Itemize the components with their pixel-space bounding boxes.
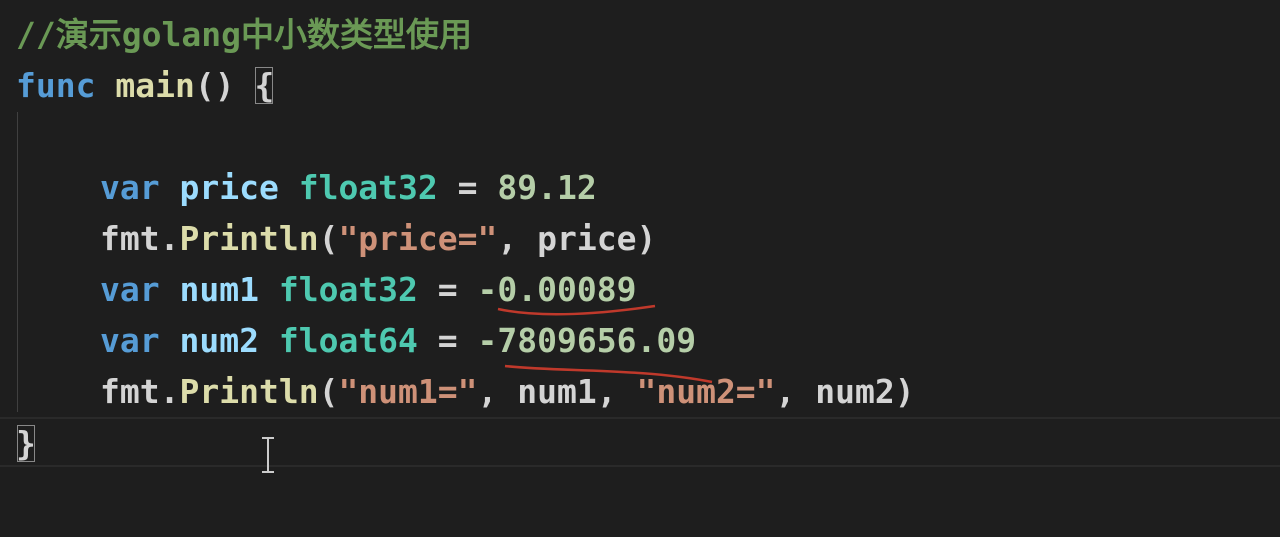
func-params: () bbox=[194, 66, 255, 105]
string-literal: "num1=" bbox=[338, 372, 478, 411]
variable-name: price bbox=[179, 168, 279, 207]
package-name: fmt. bbox=[100, 219, 180, 258]
code-line-println-price[interactable]: fmt.Println("price=", price) bbox=[16, 214, 656, 264]
code-line-comment[interactable]: //演示golang中小数类型使用 bbox=[16, 10, 472, 60]
call-args: , price) bbox=[497, 219, 657, 258]
call-args: , num2) bbox=[775, 372, 915, 411]
text-cursor-icon bbox=[262, 437, 274, 473]
code-line-var-num1[interactable]: var num1 float32 = -0.00089 bbox=[16, 265, 636, 315]
variable-name: num1 bbox=[179, 270, 259, 309]
number-literal: 89.12 bbox=[497, 168, 597, 207]
assign-operator: = bbox=[417, 321, 478, 360]
string-literal: "num2=" bbox=[636, 372, 776, 411]
type-name: float32 bbox=[278, 270, 418, 309]
close-brace: } bbox=[16, 424, 36, 463]
number-literal: -7809656.09 bbox=[477, 321, 697, 360]
current-line-highlight bbox=[0, 417, 1280, 467]
variable-name: num2 bbox=[179, 321, 259, 360]
comment-text: //演示golang中小数类型使用 bbox=[16, 15, 472, 54]
code-line-var-price[interactable]: var price float32 = 89.12 bbox=[16, 163, 597, 213]
function-call: Println bbox=[179, 372, 319, 411]
code-line-func-decl[interactable]: func main() { bbox=[16, 61, 274, 111]
assign-operator: = bbox=[417, 270, 478, 309]
open-paren: ( bbox=[318, 219, 339, 258]
var-keyword: var bbox=[100, 321, 160, 360]
string-literal: "price=" bbox=[338, 219, 498, 258]
package-name: fmt. bbox=[100, 372, 180, 411]
type-name: float64 bbox=[278, 321, 418, 360]
assign-operator: = bbox=[437, 168, 498, 207]
func-keyword: func bbox=[16, 66, 96, 105]
func-name: main bbox=[115, 66, 195, 105]
var-keyword: var bbox=[100, 168, 160, 207]
function-call: Println bbox=[179, 219, 319, 258]
number-literal: -0.00089 bbox=[477, 270, 637, 309]
var-keyword: var bbox=[100, 270, 160, 309]
code-editor[interactable]: //演示golang中小数类型使用 func main() { var pric… bbox=[0, 0, 1280, 537]
call-args: , num1, bbox=[477, 372, 637, 411]
open-paren: ( bbox=[318, 372, 339, 411]
open-brace: { bbox=[254, 66, 275, 105]
code-line-println-nums[interactable]: fmt.Println("num1=", num1, "num2=", num2… bbox=[16, 367, 915, 417]
code-line-var-num2[interactable]: var num2 float64 = -7809656.09 bbox=[16, 316, 696, 366]
code-line-close-brace[interactable]: } bbox=[16, 419, 36, 469]
type-name: float32 bbox=[298, 168, 438, 207]
